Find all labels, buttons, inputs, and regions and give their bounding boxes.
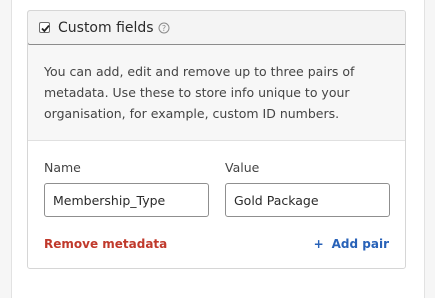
metadata-value-input[interactable] [225,183,390,217]
plus-icon: + [313,237,324,251]
custom-fields-title-text: Custom fields [58,20,154,36]
custom-fields-title: Custom fields? [58,19,170,39]
checkmark-icon [41,25,50,33]
custom-fields-checkbox[interactable] [39,22,50,33]
metadata-name-input[interactable] [44,183,209,217]
add-pair-link[interactable]: + Add pair [314,236,389,252]
custom-fields-panel: Custom fields? You can add, edit and rem… [27,10,406,269]
add-pair-label: Add pair [331,237,389,251]
custom-fields-header[interactable]: Custom fields? [28,11,405,45]
help-circle-icon[interactable]: ? [158,21,170,39]
name-label: Name [44,160,81,175]
description-box: You can add, edit and remove up to three… [28,45,405,141]
value-label: Value [225,160,260,175]
remove-metadata-link[interactable]: Remove metadata [44,236,167,252]
description-text: You can add, edit and remove up to three… [44,64,355,121]
svg-text:?: ? [161,24,165,33]
